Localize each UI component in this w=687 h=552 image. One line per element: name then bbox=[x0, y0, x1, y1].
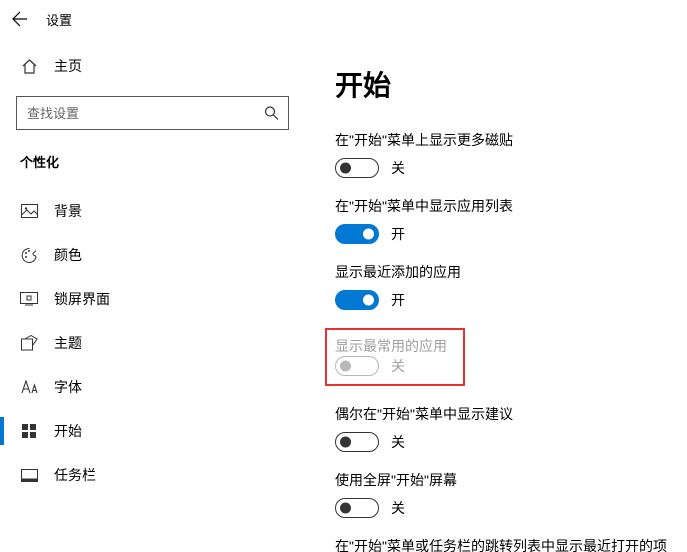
sidebar-item-themes[interactable]: 主题 bbox=[16, 321, 289, 365]
toggle-knob bbox=[340, 503, 351, 514]
sidebar-item-start[interactable]: 开始 bbox=[16, 409, 289, 453]
section-title: 个性化 bbox=[16, 152, 289, 189]
setting-item: 在"开始"菜单上显示更多磁贴关 bbox=[335, 130, 687, 178]
toggle-state-text: 开 bbox=[391, 224, 405, 244]
setting-item: 在"开始"菜单或任务栏的跳转列表中显示最近打开的项开 bbox=[335, 536, 687, 552]
main-panel: 开始 在"开始"菜单上显示更多磁贴关在"开始"菜单中显示应用列表开显示最近添加的… bbox=[305, 38, 687, 552]
font-icon bbox=[20, 380, 38, 394]
sidebar-item-label: 任务栏 bbox=[54, 465, 96, 485]
home-nav[interactable]: 主页 bbox=[16, 48, 289, 96]
search-input[interactable] bbox=[16, 96, 289, 130]
sidebar: 主页 个性化 背景 颜色 锁屏界面 主题 字体 bbox=[0, 38, 305, 552]
toggle-switch bbox=[335, 356, 379, 376]
setting-item: 在"开始"菜单中显示应用列表开 bbox=[335, 196, 687, 244]
toggle-row: 开 bbox=[335, 290, 687, 310]
toggle-switch[interactable] bbox=[335, 290, 379, 310]
setting-item: 偶尔在"开始"菜单中显示建议关 bbox=[335, 404, 687, 452]
setting-label: 显示最常用的应用 bbox=[335, 336, 453, 356]
sidebar-item-label: 主题 bbox=[54, 333, 82, 353]
content-area: 主页 个性化 背景 颜色 锁屏界面 主题 字体 bbox=[0, 38, 687, 552]
palette-icon bbox=[20, 247, 38, 264]
sidebar-item-label: 开始 bbox=[54, 421, 82, 441]
toggle-row: 关 bbox=[335, 356, 453, 376]
window-title: 设置 bbox=[46, 10, 72, 29]
sidebar-item-label: 背景 bbox=[54, 201, 82, 221]
toggle-knob bbox=[340, 163, 351, 174]
toggle-knob bbox=[340, 361, 351, 372]
back-button[interactable] bbox=[12, 11, 28, 27]
lockscreen-icon bbox=[20, 292, 38, 306]
highlight-box: 显示最常用的应用关 bbox=[325, 328, 465, 386]
home-icon bbox=[20, 58, 38, 75]
sidebar-item-fonts[interactable]: 字体 bbox=[16, 365, 289, 409]
sidebar-item-background[interactable]: 背景 bbox=[16, 189, 289, 233]
toggle-row: 开 bbox=[335, 224, 687, 244]
setting-label: 偶尔在"开始"菜单中显示建议 bbox=[335, 404, 687, 424]
sidebar-item-label: 锁屏界面 bbox=[54, 289, 110, 309]
toggle-row: 关 bbox=[335, 498, 687, 518]
titlebar: 设置 bbox=[0, 0, 687, 38]
toggle-switch[interactable] bbox=[335, 498, 379, 518]
toggle-knob bbox=[363, 295, 374, 306]
toggle-row: 关 bbox=[335, 432, 687, 452]
home-label: 主页 bbox=[54, 56, 82, 76]
toggle-state-text: 关 bbox=[391, 158, 405, 178]
toggle-switch[interactable] bbox=[335, 224, 379, 244]
sidebar-item-label: 颜色 bbox=[54, 245, 82, 265]
sidebar-item-taskbar[interactable]: 任务栏 bbox=[16, 453, 289, 497]
toggle-switch[interactable] bbox=[335, 158, 379, 178]
sidebar-item-lockscreen[interactable]: 锁屏界面 bbox=[16, 277, 289, 321]
toggle-knob bbox=[340, 437, 351, 448]
toggle-state-text: 关 bbox=[391, 498, 405, 518]
toggle-state-text: 关 bbox=[391, 432, 405, 452]
toggle-state-text: 关 bbox=[391, 356, 405, 376]
settings-list: 在"开始"菜单上显示更多磁贴关在"开始"菜单中显示应用列表开显示最近添加的应用开… bbox=[335, 130, 687, 552]
sidebar-item-label: 字体 bbox=[54, 377, 82, 397]
setting-item: 显示最近添加的应用开 bbox=[335, 262, 687, 310]
toggle-state-text: 开 bbox=[391, 290, 405, 310]
search-icon bbox=[264, 106, 279, 121]
setting-item: 使用全屏"开始"屏幕关 bbox=[335, 470, 687, 518]
themes-icon bbox=[20, 335, 38, 352]
sidebar-item-colors[interactable]: 颜色 bbox=[16, 233, 289, 277]
taskbar-icon bbox=[20, 469, 38, 482]
arrow-left-icon bbox=[12, 11, 28, 27]
setting-item: 显示最常用的应用关 bbox=[335, 328, 687, 386]
setting-label: 在"开始"菜单或任务栏的跳转列表中显示最近打开的项 bbox=[335, 536, 687, 552]
toggle-knob bbox=[363, 229, 374, 240]
setting-label: 使用全屏"开始"屏幕 bbox=[335, 470, 687, 490]
toggle-row: 关 bbox=[335, 158, 687, 178]
start-icon bbox=[20, 424, 38, 439]
toggle-switch[interactable] bbox=[335, 432, 379, 452]
picture-icon bbox=[20, 204, 38, 218]
search-wrap bbox=[16, 96, 289, 130]
setting-label: 显示最近添加的应用 bbox=[335, 262, 687, 282]
setting-label: 在"开始"菜单上显示更多磁贴 bbox=[335, 130, 687, 150]
page-title: 开始 bbox=[335, 64, 687, 104]
setting-label: 在"开始"菜单中显示应用列表 bbox=[335, 196, 687, 216]
